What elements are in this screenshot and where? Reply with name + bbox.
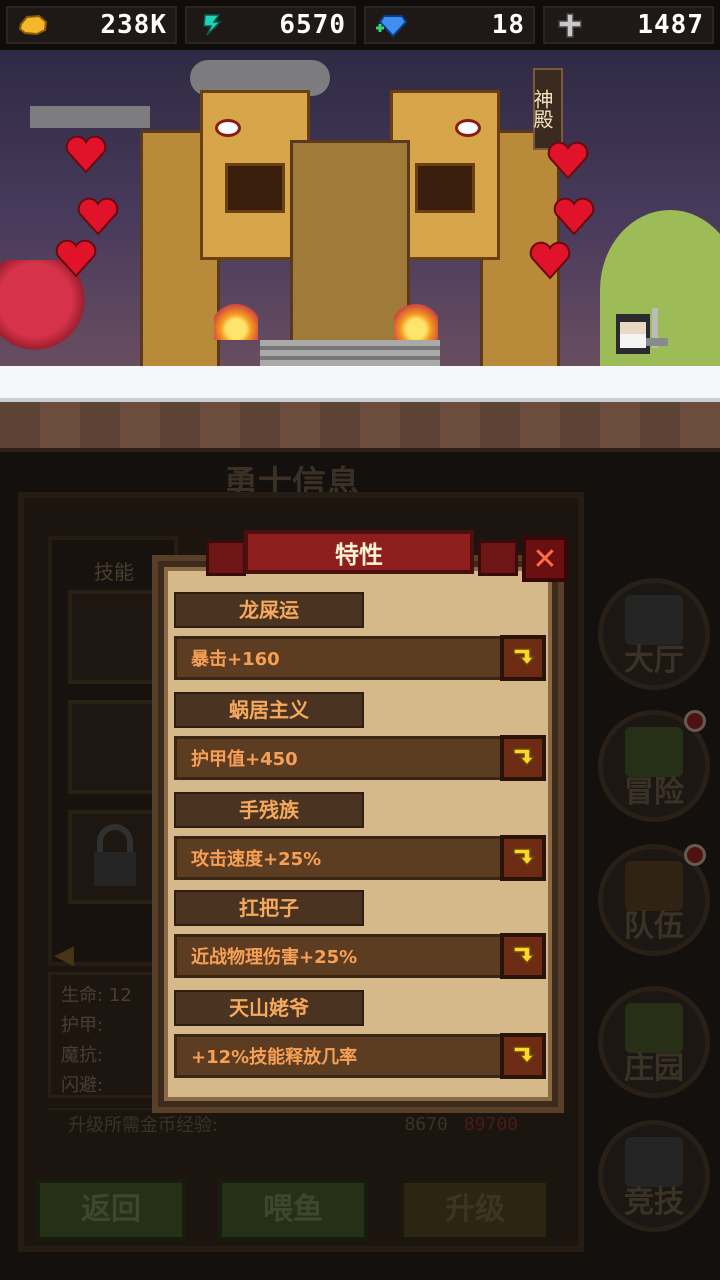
heart-icon xyxy=(553,197,595,236)
close-button[interactable]: ✕ xyxy=(522,536,568,582)
trait-name-4: 扛把子 xyxy=(174,890,364,926)
resource-bar: 238K 6570 18 1487 xyxy=(0,0,720,50)
trait-effect-2: 护甲值+450 xyxy=(191,749,298,770)
close-icon: ✕ xyxy=(532,541,558,577)
trait-row-5: +12%技能释放几率 xyxy=(174,1033,546,1079)
gems-value: 18 xyxy=(491,10,525,40)
trait-effect-3: 攻击速度+25% xyxy=(191,849,322,870)
heart-icon xyxy=(547,141,589,180)
energy-counter[interactable]: 6570 xyxy=(185,6,356,44)
swap-arrow-icon xyxy=(513,848,536,867)
hero-character[interactable] xyxy=(602,300,672,370)
heart-icon xyxy=(65,135,107,174)
trait-row-3: 攻击速度+25% xyxy=(174,835,546,881)
energy-value: 6570 xyxy=(279,10,346,40)
temple xyxy=(140,90,560,370)
gold-nugget-icon xyxy=(16,12,50,38)
brazier-fire-icon xyxy=(394,304,438,340)
heart-icon xyxy=(529,241,571,280)
ribbon-tail-right xyxy=(478,540,518,576)
energy-rune-icon xyxy=(195,12,229,38)
swap-arrow-icon xyxy=(513,748,536,767)
swap-trait-button-5[interactable] xyxy=(500,1033,546,1079)
brazier-fire-icon xyxy=(214,304,258,340)
temple-gate xyxy=(290,140,410,350)
heart-icon xyxy=(77,197,119,236)
cloud xyxy=(30,106,150,128)
swap-arrow-icon xyxy=(513,1046,536,1065)
swap-trait-button-2[interactable] xyxy=(500,735,546,781)
trait-row-2: 护甲值+450 xyxy=(174,735,546,781)
swap-trait-button-1[interactable] xyxy=(500,635,546,681)
dirt-ground xyxy=(0,402,720,452)
modal-title: 特性 xyxy=(244,530,474,574)
gold-counter[interactable]: 238K xyxy=(6,6,177,44)
stone-cross-icon xyxy=(553,12,587,38)
trait-name-1: 龙屎运 xyxy=(174,592,364,628)
trait-name-3: 手残族 xyxy=(174,792,364,828)
trait-effect-4: 近战物理伤害+25% xyxy=(191,947,358,968)
cross-counter[interactable]: 1487 xyxy=(543,6,714,44)
swap-arrow-icon xyxy=(513,648,536,667)
heart-icon xyxy=(55,239,97,278)
temple-scene: 神殿 xyxy=(0,50,720,370)
snow-ledge xyxy=(0,366,720,402)
trait-row-1: 暴击+160 xyxy=(174,635,546,681)
trait-name-5: 天山姥爷 xyxy=(174,990,364,1026)
ribbon-tail-left xyxy=(206,540,246,576)
gold-value: 238K xyxy=(100,10,167,40)
gem-plus-icon xyxy=(374,12,408,38)
swap-trait-button-3[interactable] xyxy=(500,835,546,881)
swap-trait-button-4[interactable] xyxy=(500,933,546,979)
cross-value: 1487 xyxy=(637,10,704,40)
trait-name-2: 蜗居主义 xyxy=(174,692,364,728)
trait-effect-5: +12%技能释放几率 xyxy=(191,1047,358,1068)
swap-arrow-icon xyxy=(513,946,536,965)
temple-sign: 神殿 xyxy=(530,68,563,150)
gems-counter[interactable]: 18 xyxy=(364,6,535,44)
trait-row-4: 近战物理伤害+25% xyxy=(174,933,546,979)
trait-effect-1: 暴击+160 xyxy=(191,649,280,670)
